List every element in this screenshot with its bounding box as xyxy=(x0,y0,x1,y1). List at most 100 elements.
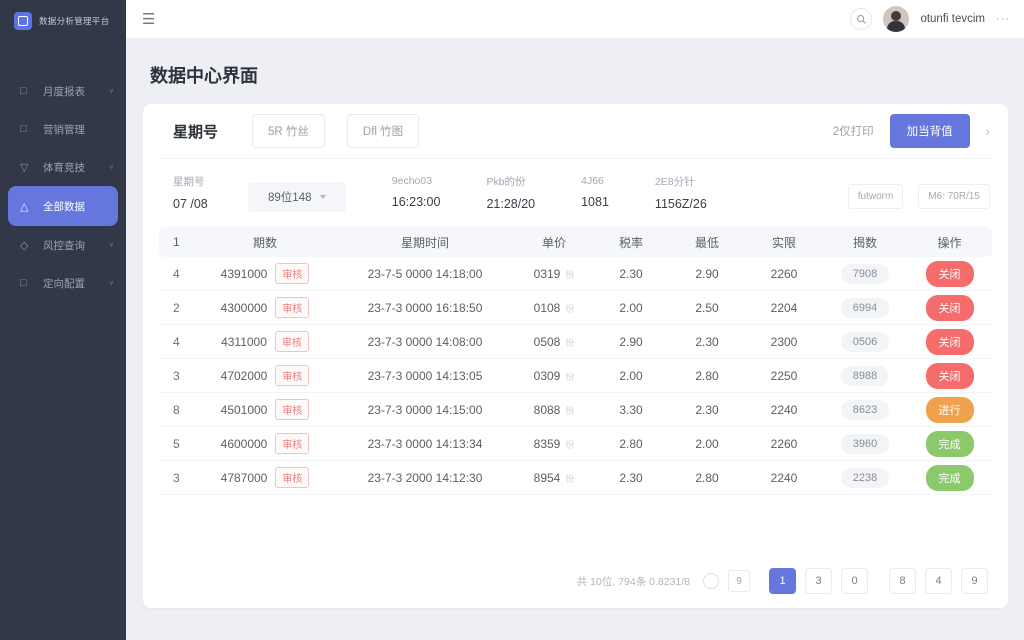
action-button[interactable]: 关闭 xyxy=(926,295,974,321)
cell-min: 2.30 xyxy=(669,403,745,417)
chevron-down-icon: ∨ xyxy=(109,242,114,248)
count-badge: 2238 xyxy=(841,468,889,488)
sidebar-item-label: 全部数据 xyxy=(43,199,106,214)
username[interactable]: otunfi tevcim xyxy=(920,13,985,25)
search-button[interactable] xyxy=(850,8,872,30)
stat-label: 星期号 xyxy=(173,174,208,189)
action-button[interactable]: 关闭 xyxy=(926,329,974,355)
primary-action-button[interactable]: 加当背值 xyxy=(890,114,970,148)
page-button-9[interactable]: 9 xyxy=(961,568,988,594)
cell-badge: 8623 xyxy=(823,400,907,420)
cell-time: 23-7-3 0000 14:08:00 xyxy=(335,335,515,349)
toolbar: 星期号 5R 竹丝 Dfl 竹图 2仅打印 加当背值 › xyxy=(159,104,992,159)
app-title: 数据分析管理平台 xyxy=(39,15,109,27)
cell-index: 4 xyxy=(159,267,195,281)
table-body: 44391000审核23-7-5 0000 14:18:000319份2.302… xyxy=(159,257,992,495)
chevron-right-icon[interactable]: › xyxy=(986,124,990,139)
price-value: 8954 xyxy=(534,471,561,485)
price-unit: 份 xyxy=(565,440,574,450)
sidebar-item-5[interactable]: ◇风控查询∨ xyxy=(0,226,126,264)
data-card: 星期号 5R 竹丝 Dfl 竹图 2仅打印 加当背值 › 星期号07 /0889… xyxy=(143,104,1008,608)
sidebar-item-6[interactable]: □定向配置∨ xyxy=(0,264,126,302)
cell-rate: 2.30 xyxy=(593,267,669,281)
action-button[interactable]: 完成 xyxy=(926,431,974,457)
filter-button-2[interactable]: Dfl 竹图 xyxy=(347,114,419,148)
stats-mini-button-1[interactable]: futworm xyxy=(848,184,904,209)
stats-mini-button-2[interactable]: M6: 70R/15 xyxy=(918,184,990,209)
cell-limit: 2240 xyxy=(745,403,823,417)
refresh-icon[interactable] xyxy=(703,573,719,589)
pagination-summary: 共 10位, 794条 0.8231/8 xyxy=(577,574,690,589)
stat-value: 21:28/20 xyxy=(486,197,535,211)
cell-min: 2.50 xyxy=(669,301,745,315)
action-button[interactable]: 完成 xyxy=(926,465,974,491)
price-unit: 份 xyxy=(565,338,574,348)
menu-toggle-icon[interactable]: ☰ xyxy=(142,10,155,28)
page-button-4[interactable]: 4 xyxy=(925,568,952,594)
cell-index: 2 xyxy=(159,301,195,315)
column-header-4: 单价 xyxy=(515,234,593,251)
cell-time: 23-7-5 0000 14:18:00 xyxy=(335,267,515,281)
column-header-9: 操作 xyxy=(907,234,992,251)
price-value: 0508 xyxy=(534,335,561,349)
stat-label: 9echo03 xyxy=(392,175,441,187)
page-button-1[interactable]: 1 xyxy=(769,568,796,594)
tab-week-number[interactable]: 星期号 xyxy=(173,121,218,142)
price-value: 8088 xyxy=(534,403,561,417)
action-button[interactable]: 进行 xyxy=(926,397,974,423)
cell-badge: 6994 xyxy=(823,298,907,318)
cell-badge: 2238 xyxy=(823,468,907,488)
cell-index: 3 xyxy=(159,471,195,485)
cell-min: 2.80 xyxy=(669,471,745,485)
page-button-0[interactable]: 0 xyxy=(841,568,868,594)
sidebar-item-label: 体育竞技 xyxy=(43,160,109,175)
action-button[interactable]: 关闭 xyxy=(926,363,974,389)
cell-badge: 3960 xyxy=(823,434,907,454)
sidebar-item-4[interactable]: △全部数据 xyxy=(8,186,118,226)
sidebar: 数据分析管理平台 □月度报表∨□营销管理▽体育竞技∨△全部数据◇风控查询∨□定向… xyxy=(0,0,126,640)
avatar[interactable] xyxy=(883,6,909,32)
export-link[interactable]: 2仅打印 xyxy=(833,123,874,139)
cell-id: 4501000审核 xyxy=(195,399,335,420)
page-size-box[interactable]: 9 xyxy=(728,570,750,592)
price-value: 0309 xyxy=(534,369,561,383)
action-button[interactable]: 关闭 xyxy=(926,261,974,287)
cell-index: 8 xyxy=(159,403,195,417)
stat-label: 4J66 xyxy=(581,175,609,187)
table-row: 24300000审核23-7-3 0000 16:18:500108份2.002… xyxy=(159,291,992,325)
cell-rate: 2.00 xyxy=(593,301,669,315)
price-unit: 份 xyxy=(565,304,574,314)
cell-limit: 2300 xyxy=(745,335,823,349)
sidebar-item-3[interactable]: ▽体育竞技∨ xyxy=(0,148,126,186)
cell-price: 8359份 xyxy=(515,437,593,451)
sidebar-item-label: 营销管理 xyxy=(43,122,114,137)
cell-rate: 3.30 xyxy=(593,403,669,417)
cell-rate: 2.30 xyxy=(593,471,669,485)
table-row: 34787000审核23-7-3 2000 14:12:308954份2.302… xyxy=(159,461,992,495)
stat-value: 1156Z/26 xyxy=(655,197,707,211)
stat-label: Pkb的份 xyxy=(486,174,535,189)
cell-action: 关闭 xyxy=(907,295,992,321)
stat-value: 07 /08 xyxy=(173,197,208,211)
cell-id: 4600000审核 xyxy=(195,433,335,454)
app-logo[interactable]: 数据分析管理平台 xyxy=(0,0,126,42)
page-button-8[interactable]: 8 xyxy=(889,568,916,594)
cell-price: 0319份 xyxy=(515,267,593,281)
status-tag: 审核 xyxy=(275,263,309,284)
settings-icon: □ xyxy=(20,277,34,289)
period-select[interactable]: 89位148 xyxy=(248,182,346,212)
cell-price: 8088份 xyxy=(515,403,593,417)
table-row: 44311000审核23-7-3 0000 14:08:000508份2.902… xyxy=(159,325,992,359)
page-button-3[interactable]: 3 xyxy=(805,568,832,594)
main-content: 数据中心界面 星期号 5R 竹丝 Dfl 竹图 2仅打印 加当背值 › 星期号0… xyxy=(126,38,1024,640)
search-icon xyxy=(856,14,867,25)
chevron-down-icon: ∨ xyxy=(109,164,114,170)
count-badge: 3960 xyxy=(841,434,889,454)
sidebar-item-1[interactable]: □月度报表∨ xyxy=(0,72,126,110)
sidebar-item-2[interactable]: □营销管理 xyxy=(0,110,126,148)
user-menu-more-icon[interactable]: ··· xyxy=(996,13,1010,25)
cell-time: 23-7-3 0000 14:13:34 xyxy=(335,437,515,451)
filter-button-1[interactable]: 5R 竹丝 xyxy=(252,114,325,148)
cell-time: 23-7-3 0000 16:18:50 xyxy=(335,301,515,315)
count-badge: 7908 xyxy=(841,264,889,284)
